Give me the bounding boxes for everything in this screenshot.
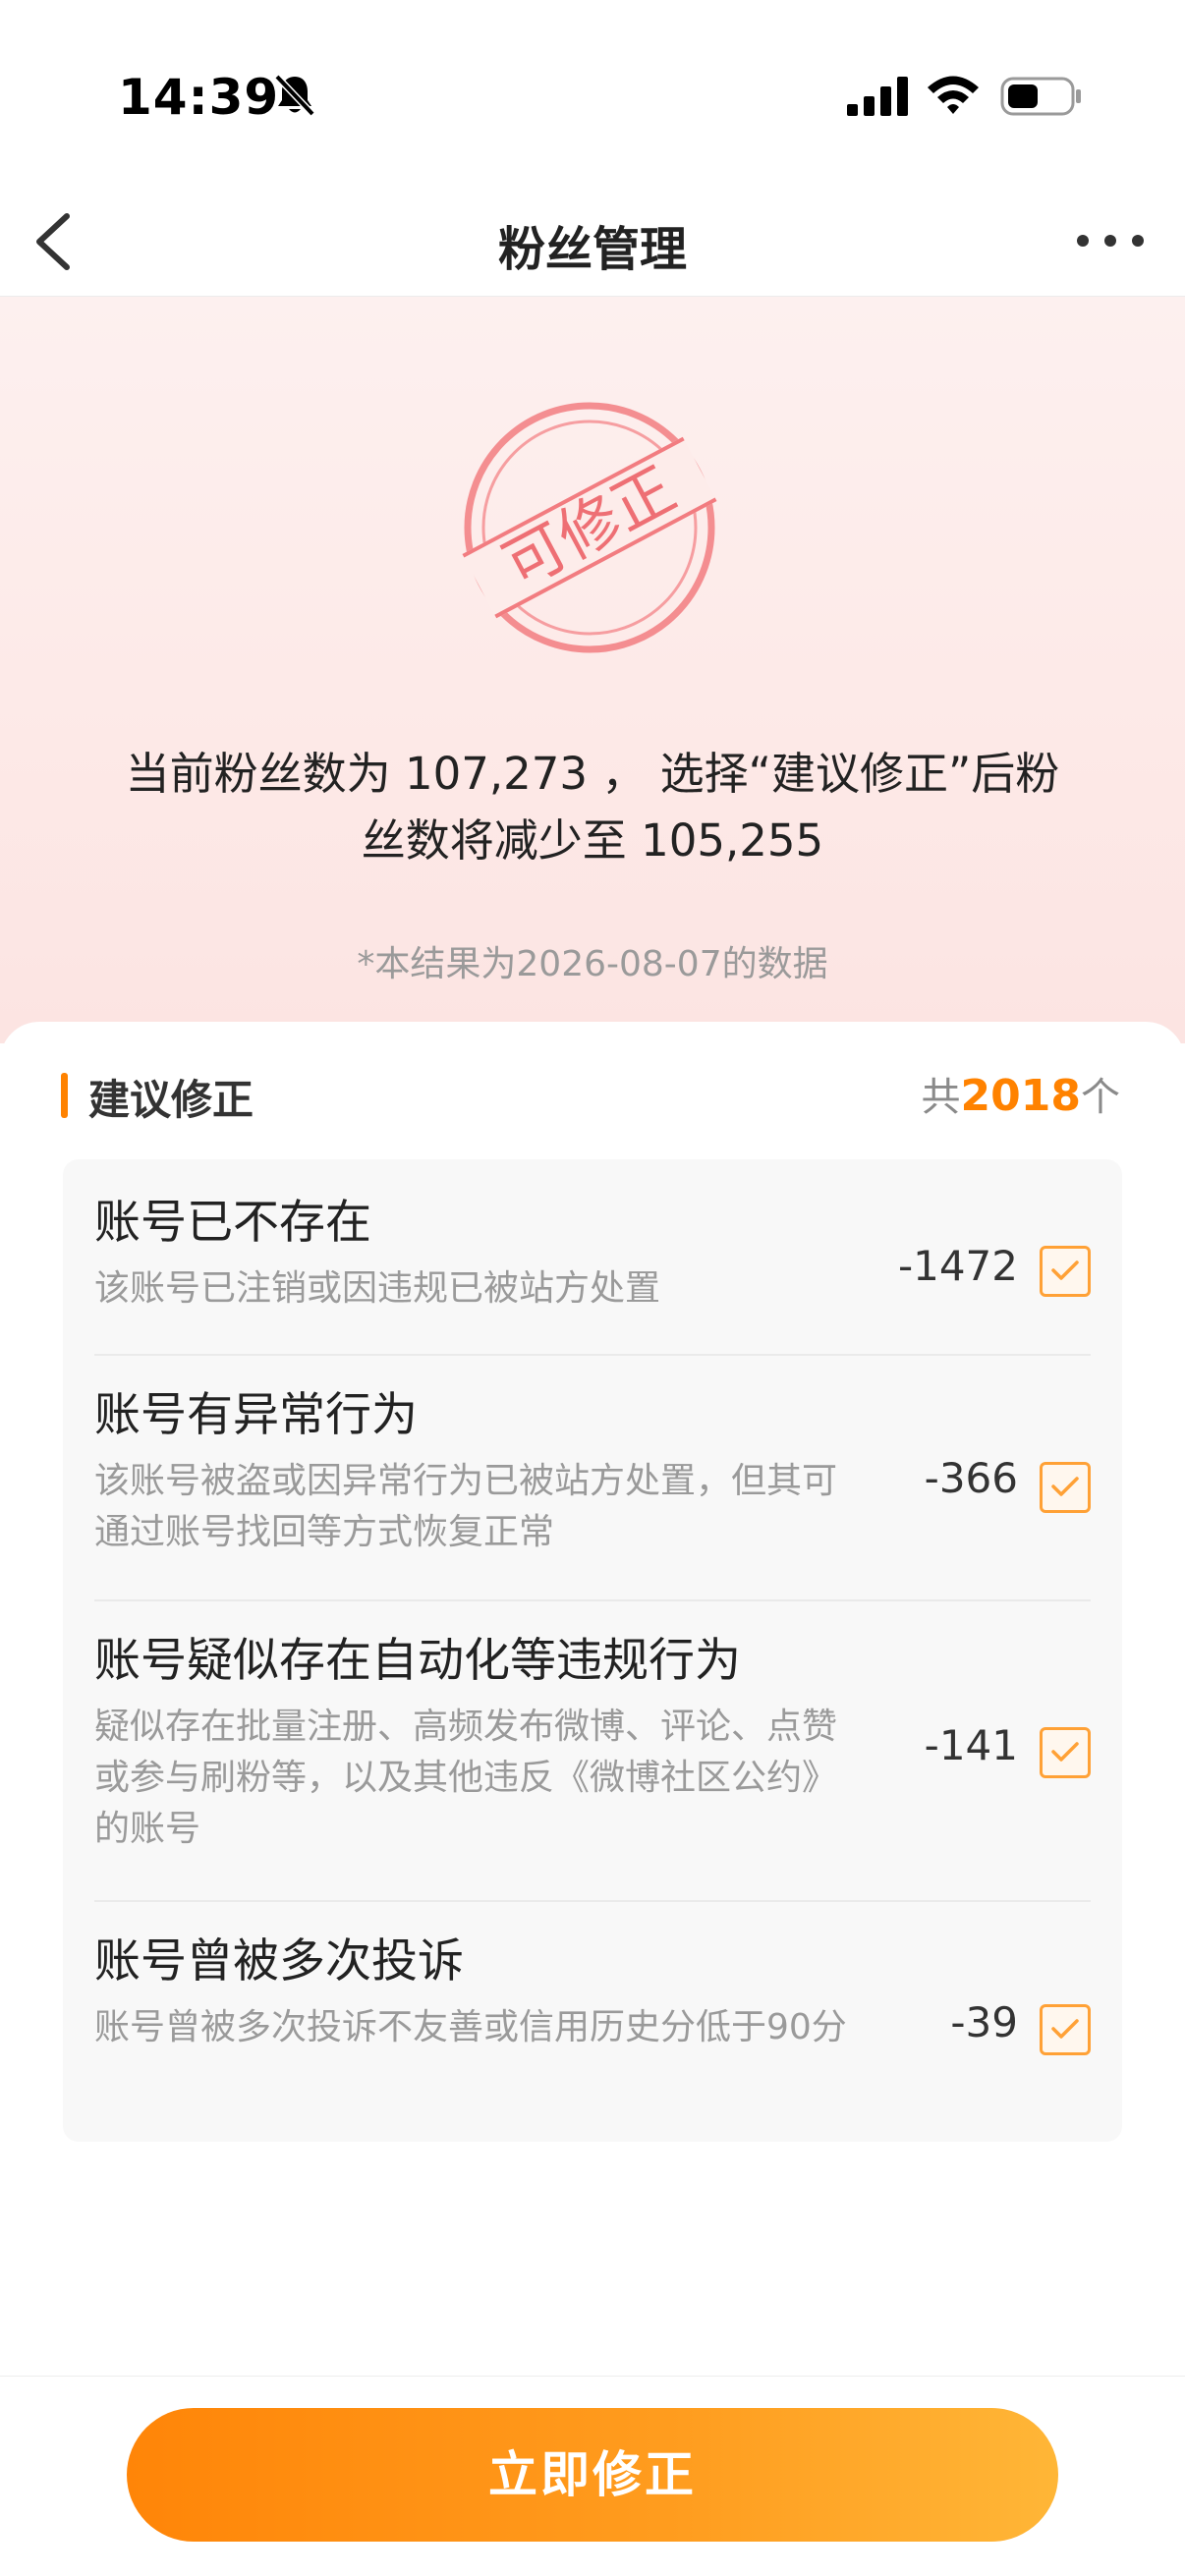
item-count: -39: [950, 1998, 1018, 2046]
total-suffix: 个: [1081, 1075, 1120, 1120]
item-checkbox[interactable]: [1040, 1462, 1091, 1513]
item-desc: 账号曾被多次投诉不友善或信用历史分低于90分: [94, 2007, 847, 2047]
checkmark-icon: [1051, 1260, 1079, 1280]
section-title: 建议修正: [88, 1076, 254, 1124]
summary-line-1: 当前粉丝数为 107,273 ， 选择“建议修正”后粉: [125, 748, 1060, 800]
status-time: 14:39: [118, 69, 280, 126]
item-checkbox[interactable]: [1040, 2004, 1091, 2055]
item-count: -1472: [897, 1242, 1018, 1290]
fix-now-button[interactable]: 立即修正: [127, 2408, 1058, 2542]
page-title: 粉丝管理: [497, 222, 687, 277]
correction-card: 建议修正 共2018个 账号已不存在 该账号已注销或因违规已被站方处置 -147…: [0, 1022, 1185, 2378]
battery-icon: [1000, 77, 1081, 116]
item-desc: 疑似存在批量注册、高频发布微博、评论、点赞或参与刷粉等，以及其他违反《微博社区公…: [94, 1707, 838, 1849]
bottom-action-bar: 立即修正: [0, 2376, 1185, 2576]
silent-bell-icon: [274, 74, 315, 117]
status-bar: 14:39: [0, 0, 1185, 187]
correctable-stamp-icon: 可修正: [462, 402, 717, 653]
item-title: 账号曾被多次投诉: [94, 1934, 464, 1988]
section-accent-bar: [61, 1073, 68, 1118]
checkmark-icon: [1051, 1742, 1079, 1762]
list-item[interactable]: 账号有异常行为 该账号被盗或因异常行为已被站方处置，但其可通过账号找回等方式恢复…: [94, 1385, 1091, 1582]
fans-management-page: 14:39 粉丝管理 可修正 当前粉丝数为 107,273 ， 选择“建议修正”…: [0, 0, 1185, 2576]
navigation-bar: 粉丝管理: [0, 187, 1185, 297]
fans-summary: 当前粉丝数为 107,273 ， 选择“建议修正”后粉 丝数将减少至 105,2…: [79, 741, 1106, 874]
more-options-icon[interactable]: [1071, 216, 1150, 265]
item-divider: [94, 1900, 1091, 1902]
total-prefix: 共: [921, 1075, 961, 1120]
total-number: 2018: [960, 1071, 1081, 1121]
item-title: 账号疑似存在自动化等违规行为: [94, 1634, 741, 1688]
item-checkbox[interactable]: [1040, 1246, 1091, 1297]
stamp-text: 可修正: [492, 453, 688, 602]
item-divider: [94, 1599, 1091, 1601]
item-desc: 该账号被盗或因异常行为已被站方处置，但其可通过账号找回等方式恢复正常: [94, 1461, 838, 1552]
checkmark-icon: [1051, 2019, 1079, 2039]
list-item[interactable]: 账号疑似存在自动化等违规行为 疑似存在批量注册、高频发布微博、评论、点赞或参与刷…: [94, 1631, 1091, 1886]
item-count: -141: [924, 1721, 1018, 1769]
cellular-signal-icon: [847, 77, 908, 116]
item-count: -366: [924, 1454, 1018, 1502]
item-title: 账号有异常行为: [94, 1388, 418, 1442]
wifi-icon: [928, 76, 979, 114]
item-divider: [94, 1354, 1091, 1356]
checkmark-icon: [1051, 1477, 1079, 1496]
item-checkbox[interactable]: [1040, 1727, 1091, 1778]
summary-header: 可修正 当前粉丝数为 107,273 ， 选择“建议修正”后粉 丝数将减少至 1…: [0, 297, 1185, 1043]
data-date-note: *本结果为2026-08-07的数据: [357, 944, 828, 984]
item-desc: 该账号已注销或因违规已被站方处置: [94, 1268, 661, 1309]
summary-line-2: 丝数将减少至 105,255: [361, 814, 824, 867]
total-count: 共2018个: [922, 1065, 1120, 1122]
list-item[interactable]: 账号曾被多次投诉 账号曾被多次投诉不友善或信用历史分低于90分 -39: [94, 1932, 1091, 2128]
correction-list: 账号已不存在 该账号已注销或因违规已被站方处置 -1472 账号有异常行为 该账…: [63, 1159, 1122, 2142]
list-item[interactable]: 账号已不存在 该账号已注销或因违规已被站方处置 -1472: [94, 1193, 1091, 1340]
